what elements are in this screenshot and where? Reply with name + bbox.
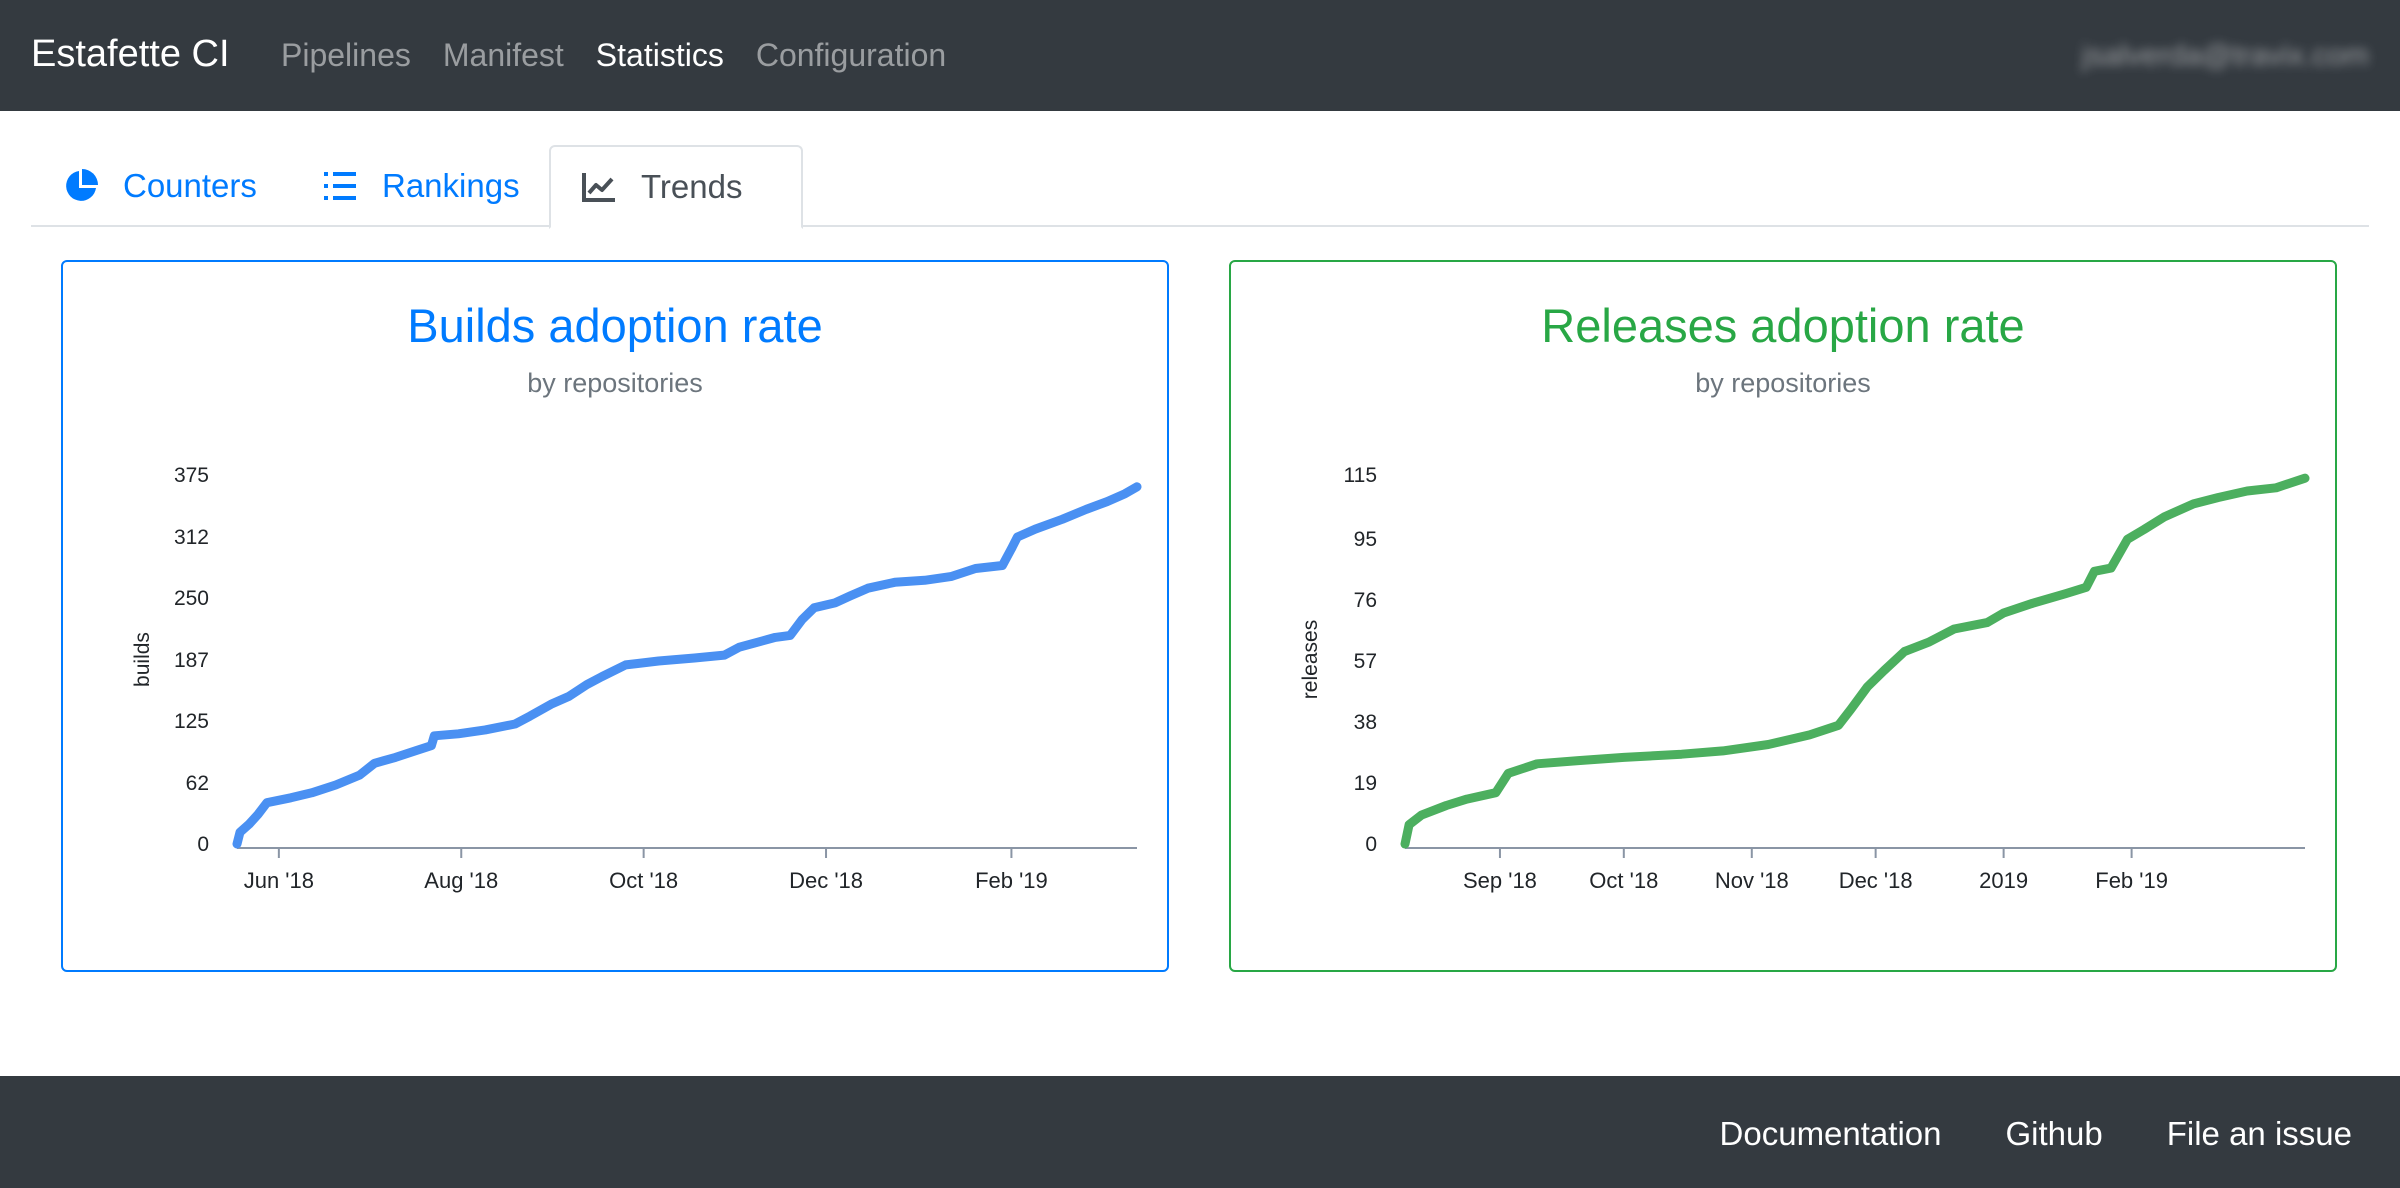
footer-links: Documentation Github File an issue: [1720, 1114, 2352, 1154]
builds-ytick-label: 187: [174, 649, 209, 672]
releases-ytick-label: 115: [1344, 464, 1377, 487]
brand-logo[interactable]: Estafette CI: [31, 31, 230, 77]
releases-ytick-label: 0: [1365, 833, 1377, 856]
nav-statistics[interactable]: Statistics: [596, 34, 724, 76]
releases-xtick-label: Sep '18: [1463, 868, 1537, 893]
builds-xtick-label: Feb '19: [975, 868, 1048, 893]
footer-github-link[interactable]: Github: [2006, 1114, 2103, 1154]
footer: Documentation Github File an issue: [0, 1076, 2400, 1188]
releases-xtick-label: Feb '19: [2095, 868, 2168, 893]
nav-pipelines[interactable]: Pipelines: [281, 34, 411, 76]
builds-xtick-label: Oct '18: [609, 868, 678, 893]
footer-documentation-link[interactable]: Documentation: [1720, 1114, 1942, 1154]
releases-xtick-label: Dec '18: [1839, 868, 1913, 893]
builds-xtick-label: Jun '18: [244, 868, 314, 893]
main-nav: Pipelines Manifest Statistics Configurat…: [281, 34, 978, 76]
builds-ytick-label: 312: [174, 526, 209, 549]
pie-chart-icon: [66, 169, 98, 201]
ordered-list-icon: [324, 172, 356, 200]
builds-ytick-label: 62: [186, 772, 209, 795]
releases-line-chart: 0 19 38 57 76 95 115 releases Sep '18 Oct '18 Nov …: [1299, 464, 2310, 893]
line-chart-icon: [582, 173, 615, 202]
builds-ytick-label: 375: [174, 464, 209, 487]
builds-y-axis-label: builds: [131, 632, 154, 687]
releases-ytick-label: 57: [1354, 650, 1377, 673]
builds-ytick-label: 250: [174, 587, 209, 610]
nav-configuration[interactable]: Configuration: [756, 34, 946, 76]
builds-adoption-card: Builds adoption rate by repositories 0 62…: [61, 260, 1169, 972]
tab-rankings[interactable]: Rankings: [322, 145, 520, 227]
releases-ytick-label: 19: [1354, 772, 1377, 795]
releases-ytick-label: 38: [1354, 711, 1377, 734]
tab-trends-label: Trends: [641, 168, 743, 205]
builds-ytick-label: 0: [197, 833, 209, 856]
builds-xtick-label: Aug '18: [424, 868, 498, 893]
statistics-tabs: Counters Rankings Trends: [31, 145, 2369, 229]
releases-adoption-card: Releases adoption rate by repositories 0…: [1229, 260, 2337, 972]
user-email[interactable]: jsalverda@travix.com: [2082, 36, 2369, 76]
builds-series-line: [232, 482, 1142, 849]
tab-rankings-label: Rankings: [382, 167, 520, 204]
releases-y-axis-label: releases: [1299, 620, 1322, 699]
releases-xtick-label: Oct '18: [1589, 868, 1658, 893]
tab-trends[interactable]: Trends: [549, 145, 803, 229]
tab-counters[interactable]: Counters: [63, 145, 257, 227]
builds-line-chart: 0 62 125 187 250 312 375 builds Jun '18 Aug '18 Oc…: [131, 464, 1142, 893]
releases-ytick-label: 76: [1354, 589, 1377, 612]
releases-ytick-label: 95: [1354, 528, 1377, 551]
releases-series-line: [1400, 473, 2310, 849]
footer-file-issue-link[interactable]: File an issue: [2167, 1114, 2352, 1154]
tab-counters-label: Counters: [123, 167, 257, 204]
builds-xtick-label: Dec '18: [789, 868, 863, 893]
releases-xtick-label: 2019: [1979, 868, 2028, 893]
releases-xtick-label: Nov '18: [1715, 868, 1789, 893]
nav-manifest[interactable]: Manifest: [443, 34, 564, 76]
builds-ytick-label: 125: [174, 710, 209, 733]
top-navbar: Estafette CI Pipelines Manifest Statisti…: [0, 0, 2400, 111]
